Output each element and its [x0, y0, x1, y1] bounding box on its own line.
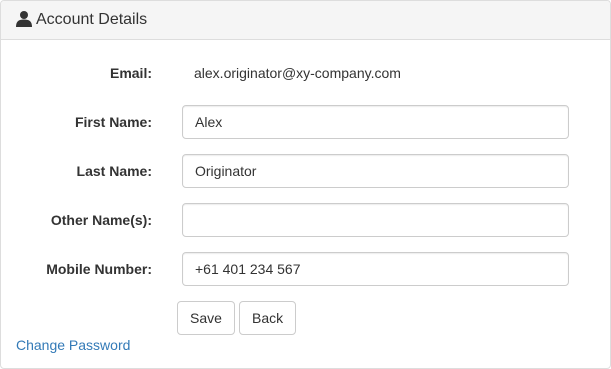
last-name-field[interactable]: [182, 154, 569, 188]
account-details-panel: Account Details Email: alex.originator@x…: [0, 0, 611, 369]
last-name-row: Last Name:: [1, 154, 610, 188]
mobile-row: Mobile Number:: [1, 252, 610, 286]
first-name-row: First Name:: [1, 105, 610, 139]
other-names-row: Other Name(s):: [1, 203, 610, 237]
panel-title: Account Details: [36, 11, 148, 28]
mobile-number-field[interactable]: [182, 252, 569, 286]
email-value: alex.originator@xy-company.com: [194, 65, 401, 81]
other-names-field[interactable]: [182, 203, 569, 237]
back-button[interactable]: Back: [239, 301, 296, 335]
first-name-label: First Name:: [74, 114, 152, 130]
first-name-field[interactable]: [182, 105, 569, 139]
change-password-link[interactable]: Change Password: [16, 337, 130, 353]
save-button[interactable]: Save: [177, 301, 235, 335]
actions-row: Save Back: [1, 301, 610, 335]
last-name-label: Last Name:: [76, 163, 152, 179]
email-label: Email:: [109, 65, 152, 81]
panel-heading: Account Details: [1, 1, 610, 40]
user-icon: [15, 10, 33, 28]
other-names-label: Other Name(s):: [50, 212, 152, 228]
mobile-label: Mobile Number:: [46, 261, 152, 277]
email-row: Email: alex.originator@xy-company.com: [1, 56, 610, 90]
